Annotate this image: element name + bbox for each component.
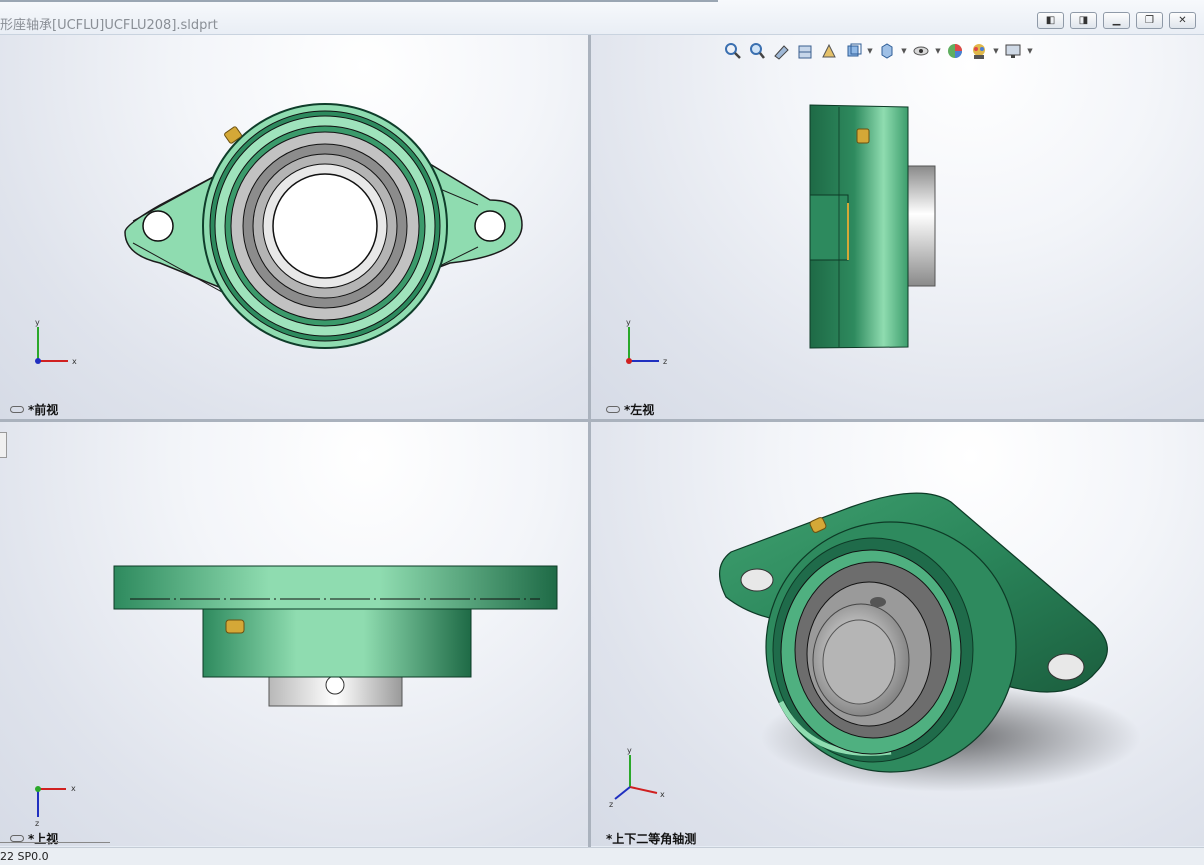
close-button[interactable]: ✕ bbox=[1169, 12, 1196, 29]
chevron-down-icon[interactable]: ▼ bbox=[992, 47, 1000, 55]
svg-text:z: z bbox=[663, 357, 667, 366]
heads-up-view-toolbar: ▼ ▼ ▼ ▼ ▼ bbox=[722, 40, 1034, 62]
view-orientation-icon[interactable] bbox=[818, 40, 840, 62]
isometric-view-model bbox=[719, 492, 1141, 792]
isometric-triad-icon: y x z bbox=[609, 747, 665, 809]
viewport-label-left: *左视 bbox=[606, 401, 654, 418]
hide-show-items-icon[interactable] bbox=[876, 40, 898, 62]
chevron-down-icon[interactable]: ▼ bbox=[900, 47, 908, 55]
svg-text:y: y bbox=[626, 318, 631, 327]
svg-text:z: z bbox=[35, 819, 39, 827]
apply-scene-icon[interactable] bbox=[944, 40, 966, 62]
tile-vertical-icon: ◧ bbox=[1045, 15, 1056, 26]
chevron-down-icon[interactable]: ▼ bbox=[866, 47, 874, 55]
tile-horizontal-icon: ◨ bbox=[1078, 15, 1089, 26]
view-name-isometric: *上下二等角轴测 bbox=[606, 832, 697, 846]
left-view-model bbox=[809, 104, 936, 349]
link-views-icon bbox=[606, 406, 620, 413]
svg-text:x: x bbox=[71, 784, 76, 793]
viewport-front[interactable]: y x *前视 bbox=[0, 35, 588, 419]
minimize-icon: ▁ bbox=[1112, 15, 1121, 26]
view-settings-icon[interactable] bbox=[968, 40, 990, 62]
viewport-left[interactable]: y z *左视 bbox=[591, 35, 1204, 419]
panel-collapse-handle[interactable] bbox=[0, 432, 7, 458]
previous-view-icon[interactable] bbox=[770, 40, 792, 62]
title-scroll-track bbox=[0, 0, 718, 2]
display-style-icon[interactable] bbox=[842, 40, 864, 62]
edit-appearance-icon[interactable] bbox=[910, 40, 932, 62]
view-name-front: *前视 bbox=[28, 403, 59, 417]
minimize-button[interactable]: ▁ bbox=[1103, 12, 1130, 29]
svg-text:z: z bbox=[609, 800, 613, 809]
horizontal-splitter[interactable] bbox=[0, 419, 1204, 422]
tile-vertical-button[interactable]: ◧ bbox=[1037, 12, 1064, 29]
restore-button[interactable]: ❐ bbox=[1136, 12, 1163, 29]
window-titlebar: 形座轴承[UCFLU]UCFLU208].sldprt ◧ ◨ ▁ ❐ ✕ bbox=[0, 0, 1204, 35]
monitor-icon[interactable] bbox=[1002, 40, 1024, 62]
vertical-splitter[interactable] bbox=[588, 35, 591, 847]
tile-horizontal-button[interactable]: ◨ bbox=[1070, 12, 1097, 29]
link-views-icon bbox=[10, 835, 24, 842]
viewport-isometric[interactable]: y x z *上下二等角轴测 bbox=[591, 422, 1204, 846]
section-view-icon[interactable] bbox=[794, 40, 816, 62]
chevron-down-icon[interactable]: ▼ bbox=[934, 47, 942, 55]
front-triad-icon: y x bbox=[35, 318, 77, 366]
viewport-label-front: *前视 bbox=[10, 401, 58, 418]
status-text: 22 SP0.0 bbox=[0, 850, 49, 863]
status-bar: 22 SP0.0 bbox=[0, 847, 1204, 865]
view-name-left: *左视 bbox=[624, 403, 655, 417]
zoom-to-fit-icon[interactable] bbox=[722, 40, 744, 62]
document-title: 形座轴承[UCFLU]UCFLU208].sldprt bbox=[0, 18, 218, 33]
left-triad-icon: y z bbox=[626, 318, 667, 366]
link-views-icon bbox=[10, 406, 24, 413]
restore-icon: ❐ bbox=[1145, 15, 1154, 26]
window-buttons: ◧ ◨ ▁ ❐ ✕ bbox=[1037, 12, 1196, 29]
close-icon: ✕ bbox=[1178, 15, 1187, 26]
svg-text:y: y bbox=[627, 747, 632, 755]
top-triad-icon: x z bbox=[35, 784, 76, 827]
top-view-model bbox=[113, 565, 558, 707]
viewport-label-isometric: *上下二等角轴测 bbox=[606, 830, 696, 846]
svg-text:y: y bbox=[35, 318, 40, 327]
viewport-top[interactable]: x z *上视 bbox=[0, 422, 588, 846]
zoom-to-area-icon[interactable] bbox=[746, 40, 768, 62]
svg-text:x: x bbox=[660, 790, 665, 799]
chevron-down-icon[interactable]: ▼ bbox=[1026, 47, 1034, 55]
front-view-model bbox=[124, 103, 523, 349]
svg-text:x: x bbox=[72, 357, 77, 366]
